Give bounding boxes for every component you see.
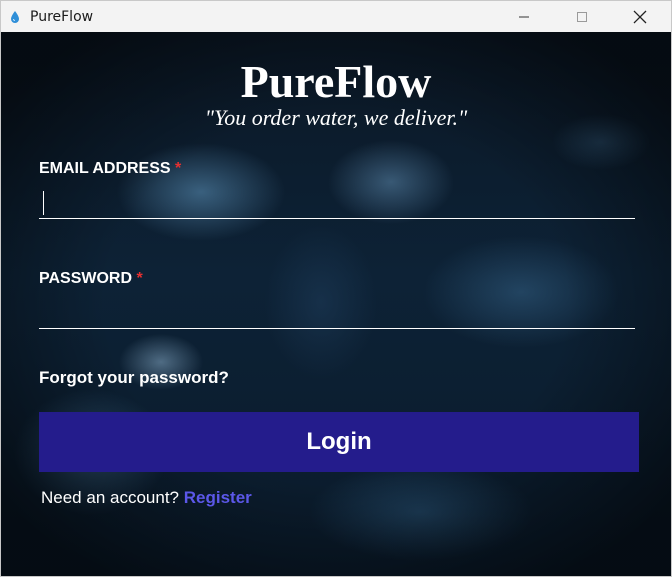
forgot-password-link[interactable]: Forgot your password? <box>39 368 229 388</box>
app-window: PureFlow PureFlow "You order water, we d… <box>0 0 672 577</box>
maximize-button[interactable] <box>559 1 605 32</box>
tagline: "You order water, we deliver." <box>204 105 468 130</box>
close-button[interactable] <box>617 1 663 32</box>
password-required-mark: * <box>136 270 143 287</box>
password-label: PASSWORD * <box>39 270 143 288</box>
register-prompt: Need an account? <box>41 488 179 507</box>
email-input[interactable] <box>39 185 635 219</box>
maximize-icon <box>577 11 587 22</box>
close-icon <box>633 10 647 23</box>
text-caret <box>43 191 44 215</box>
window-title: PureFlow <box>30 9 94 25</box>
register-link[interactable]: Register <box>184 488 252 507</box>
email-required-mark: * <box>175 160 182 177</box>
app-title: PureFlow <box>240 56 432 107</box>
minimize-icon <box>519 16 529 17</box>
password-input[interactable] <box>39 295 635 329</box>
register-row: Need an account? Register <box>41 488 252 508</box>
title-bar[interactable]: PureFlow <box>1 1 671 32</box>
email-label-text: EMAIL ADDRESS <box>39 160 171 177</box>
login-button[interactable]: Login <box>39 412 639 472</box>
login-panel: PureFlow "You order water, we deliver." … <box>1 32 671 576</box>
minimize-button[interactable] <box>501 1 547 32</box>
email-label: EMAIL ADDRESS * <box>39 160 181 178</box>
password-label-text: PASSWORD <box>39 270 133 287</box>
water-drop-icon <box>9 10 21 24</box>
